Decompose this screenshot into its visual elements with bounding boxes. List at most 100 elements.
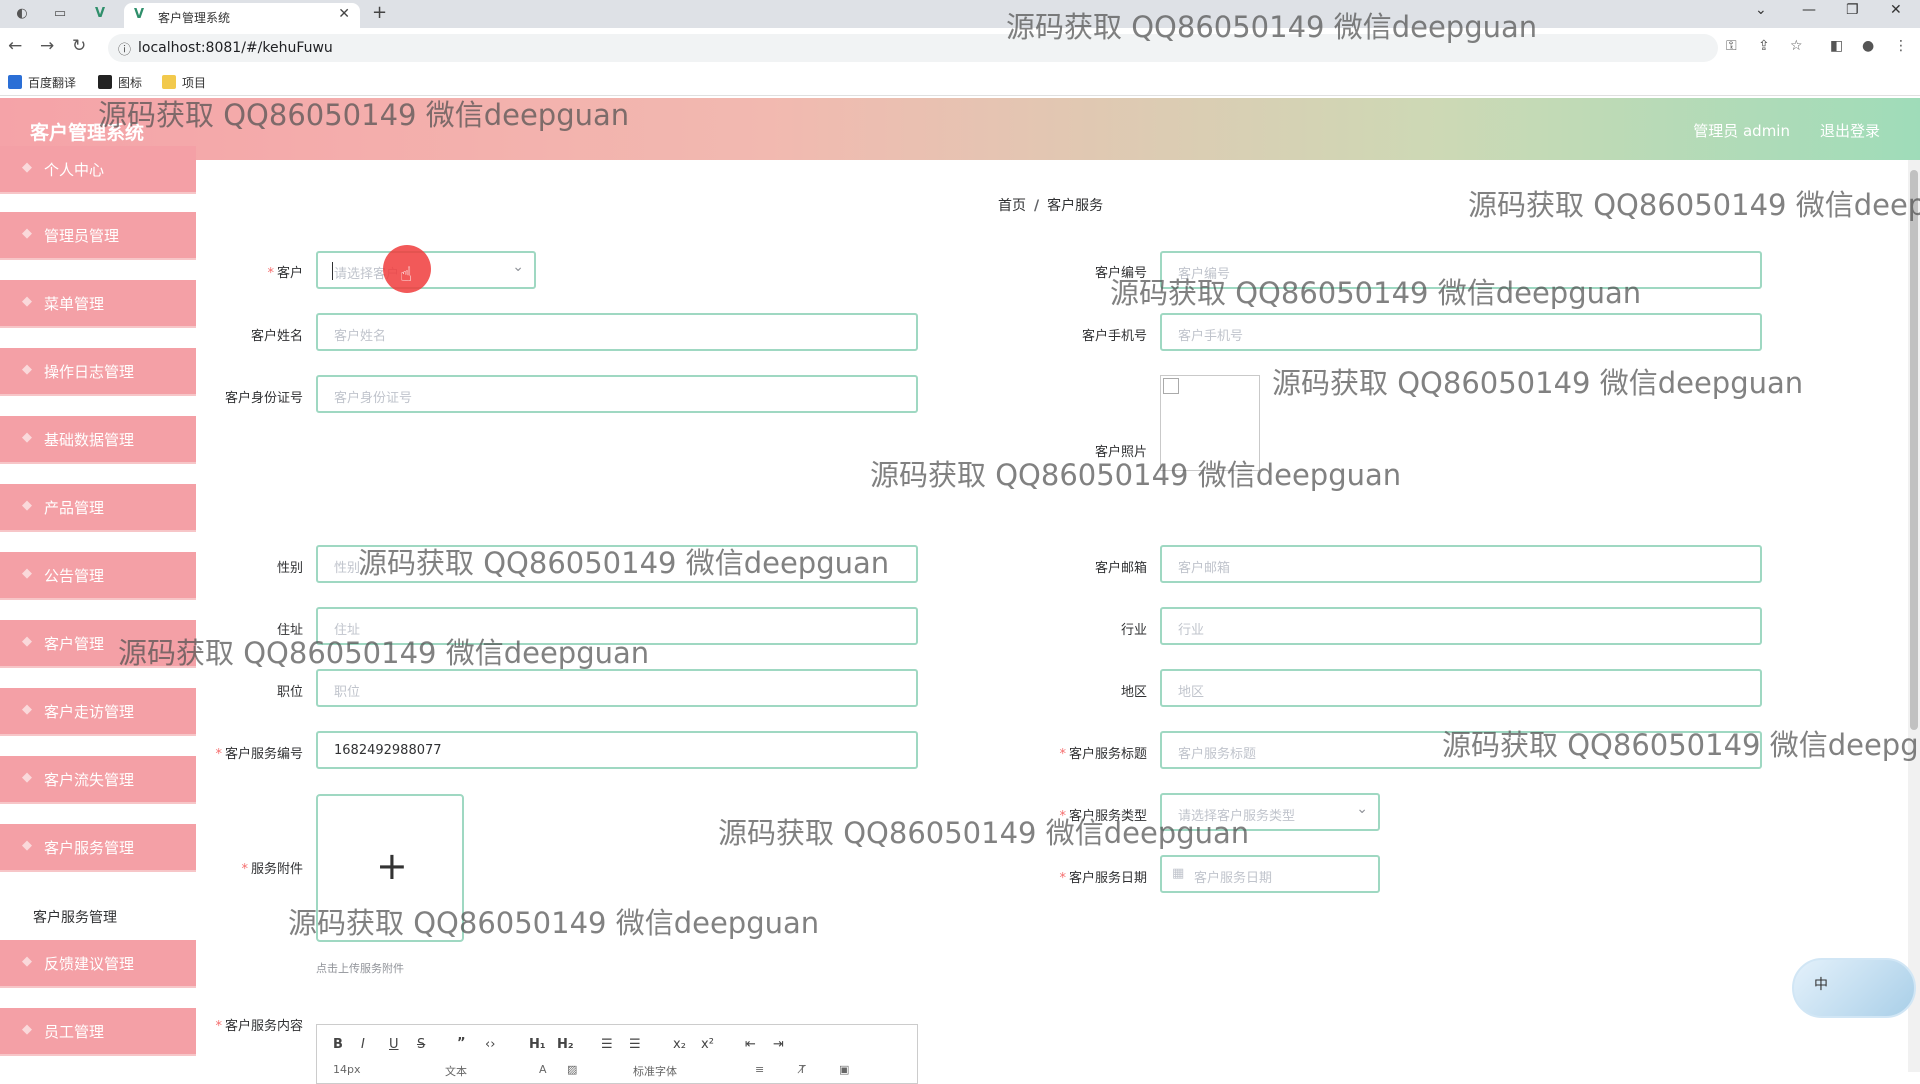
site-info-icon[interactable]: ⓘ bbox=[118, 39, 131, 58]
gender-input[interactable]: 性别 bbox=[316, 545, 918, 583]
sidebar-item-menus[interactable]: ◆ 菜单管理 bbox=[0, 280, 196, 328]
sidebar-item-logs[interactable]: ◆ 操作日志管理 bbox=[0, 348, 196, 396]
image-insert-icon[interactable]: ▣ bbox=[839, 1063, 849, 1076]
service-number-label: * 客户服务编号 bbox=[215, 747, 303, 762]
ordered-list-icon[interactable]: ☰ bbox=[601, 1037, 613, 1052]
sidebar-item-visits[interactable]: ◆ 客户走访管理 bbox=[0, 688, 196, 736]
profile-icon[interactable]: ● bbox=[1862, 38, 1874, 54]
menu-icon: ◆ bbox=[22, 702, 32, 717]
font-family-select[interactable]: 标准字体 bbox=[633, 1063, 677, 1079]
menu-icon: ◆ bbox=[22, 498, 32, 513]
browser-tab-active[interactable]: V 客户管理系统 ✕ bbox=[124, 3, 360, 28]
bullet-list-icon[interactable]: ☰ bbox=[629, 1037, 641, 1052]
kehu-email-input[interactable]: 客户邮箱 bbox=[1160, 545, 1762, 583]
reload-icon[interactable]: ↻ bbox=[72, 36, 86, 56]
back-icon[interactable]: ← bbox=[8, 36, 22, 56]
strikethrough-icon[interactable]: S bbox=[417, 1037, 425, 1052]
url-field[interactable]: ⓘ localhost:8081/#/kehuFuwu bbox=[108, 34, 1718, 62]
align-icon[interactable]: ≡ bbox=[755, 1063, 764, 1076]
pinned-tab-icon[interactable]: V bbox=[90, 4, 110, 24]
close-tab-icon[interactable]: ✕ bbox=[338, 6, 350, 22]
breadcrumb-home[interactable]: 首页 bbox=[998, 198, 1026, 214]
kebab-menu-icon[interactable]: ⋮ bbox=[1894, 38, 1908, 54]
forward-icon[interactable]: → bbox=[40, 36, 54, 56]
bookmark-icons[interactable]: 图标 bbox=[98, 74, 142, 91]
calendar-icon: ▦ bbox=[1172, 866, 1185, 881]
share-icon[interactable]: ⇪ bbox=[1758, 38, 1770, 54]
kehu-idcard-input[interactable]: 客户身份证号 bbox=[316, 375, 918, 413]
sidebar-item-admins[interactable]: ◆ 管理员管理 bbox=[0, 212, 196, 260]
scrollbar-thumb[interactable] bbox=[1910, 170, 1918, 730]
attachment-upload[interactable]: + bbox=[316, 794, 464, 942]
sidebar-item-profile[interactable]: ◆ 个人中心 bbox=[0, 146, 196, 194]
address-bar: ← → ↻ ⓘ localhost:8081/#/kehuFuwu ⚿ ⇪ ☆ … bbox=[0, 28, 1920, 68]
close-window-button[interactable]: ✕ bbox=[1890, 2, 1902, 18]
sidebar-item-service[interactable]: ◆ 客户服务管理 bbox=[0, 824, 196, 872]
menu-icon: ◆ bbox=[22, 634, 32, 649]
service-type-label: * 客户服务类型 bbox=[1059, 809, 1147, 824]
sidebar-item-basedata[interactable]: ◆ 基础数据管理 bbox=[0, 416, 196, 464]
browser-menu-icon[interactable]: ◐ bbox=[12, 4, 32, 24]
kehu-number-label: 客户编号 bbox=[1094, 266, 1147, 281]
minimize-button[interactable]: — bbox=[1802, 2, 1816, 18]
menu-icon: ◆ bbox=[22, 294, 32, 309]
region-input[interactable]: 地区 bbox=[1160, 669, 1762, 707]
sidebar-subitem-service[interactable]: 客户服务管理 bbox=[0, 892, 196, 940]
heading1-icon[interactable]: H₁ bbox=[529, 1037, 546, 1052]
superscript-icon[interactable]: x² bbox=[701, 1037, 714, 1052]
password-key-icon[interactable]: ⚿ bbox=[1726, 38, 1737, 54]
font-size-select[interactable]: 14px bbox=[333, 1063, 361, 1076]
kehu-phone-input[interactable]: 客户手机号 bbox=[1160, 313, 1762, 351]
tab-search-icon[interactable]: ⌄ bbox=[1755, 2, 1767, 18]
kehu-name-input[interactable]: 客户姓名 bbox=[316, 313, 918, 351]
new-tab-button[interactable]: + bbox=[372, 2, 387, 23]
bookmark-baidu-translate[interactable]: 百度翻译 bbox=[8, 74, 76, 91]
heading2-icon[interactable]: H₂ bbox=[557, 1037, 574, 1052]
gender-label: 性别 bbox=[276, 561, 303, 576]
kehu-number-input[interactable]: 客户编号 bbox=[1160, 251, 1762, 289]
attachment-hint: 点击上传服务附件 bbox=[316, 962, 404, 975]
rich-text-editor: B I U S ” ‹› H₁ H₂ ☰ ☰ x₂ x² ⇤ ⇥ 14px 文本… bbox=[316, 1024, 918, 1084]
quote-icon[interactable]: ” bbox=[457, 1036, 466, 1051]
watermark: 源码获取 QQ86050149 微信deepguan bbox=[1468, 188, 1920, 222]
code-icon[interactable]: ‹› bbox=[485, 1037, 495, 1052]
outdent-icon[interactable]: ⇤ bbox=[745, 1037, 756, 1052]
service-date-picker[interactable]: ▦ 客户服务日期 bbox=[1160, 855, 1380, 893]
kehu-name-label: 客户姓名 bbox=[250, 329, 303, 344]
industry-input[interactable]: 行业 bbox=[1160, 607, 1762, 645]
ime-widget[interactable]: 中 bbox=[1792, 958, 1916, 1018]
clear-format-icon[interactable]: T̸ bbox=[799, 1063, 806, 1076]
subscript-icon[interactable]: x₂ bbox=[673, 1037, 686, 1052]
bookmark-project[interactable]: 项目 bbox=[162, 74, 206, 91]
menu-icon: ◆ bbox=[22, 160, 32, 175]
underline-icon[interactable]: U bbox=[389, 1037, 399, 1052]
italic-icon[interactable]: I bbox=[361, 1037, 365, 1052]
service-number-input[interactable]: 1682492988077 bbox=[316, 731, 918, 769]
service-type-select[interactable]: 请选择客户服务类型 ⌄ bbox=[1160, 793, 1380, 831]
sidebar-item-customers[interactable]: ◆ 客户管理 bbox=[0, 620, 196, 668]
sidebar-item-notices[interactable]: ◆ 公告管理 bbox=[0, 552, 196, 600]
kehu-photo bbox=[1160, 375, 1260, 471]
sidebar-item-staff[interactable]: ◆ 员工管理 bbox=[0, 1008, 196, 1056]
plus-icon: + bbox=[376, 844, 408, 888]
block-format-select[interactable]: 文本 bbox=[445, 1063, 467, 1079]
tab-title: 客户管理系统 bbox=[158, 11, 231, 25]
sidebar-item-feedback[interactable]: ◆ 反馈建议管理 bbox=[0, 940, 196, 988]
side-panel-icon[interactable]: ◧ bbox=[1830, 38, 1843, 54]
page-scrollbar[interactable] bbox=[1908, 160, 1920, 1072]
region-label: 地区 bbox=[1120, 685, 1147, 700]
bookmark-star-icon[interactable]: ☆ bbox=[1790, 38, 1803, 54]
sidebar-item-churn[interactable]: ◆ 客户流失管理 bbox=[0, 756, 196, 804]
tab-group-icon[interactable]: ▭ bbox=[50, 4, 70, 24]
address-input[interactable]: 住址 bbox=[316, 607, 918, 645]
restore-button[interactable]: ❐ bbox=[1846, 2, 1859, 18]
logout-link[interactable]: 退出登录 bbox=[1820, 120, 1880, 141]
indent-icon[interactable]: ⇥ bbox=[773, 1037, 784, 1052]
vue-logo-icon: V bbox=[134, 7, 145, 22]
background-color-icon[interactable]: ▨ bbox=[567, 1063, 577, 1076]
sidebar-item-products[interactable]: ◆ 产品管理 bbox=[0, 484, 196, 532]
service-title-input[interactable]: 客户服务标题 bbox=[1160, 731, 1762, 769]
position-input[interactable]: 职位 bbox=[316, 669, 918, 707]
font-color-icon[interactable]: A bbox=[539, 1063, 547, 1076]
bold-icon[interactable]: B bbox=[333, 1037, 343, 1052]
